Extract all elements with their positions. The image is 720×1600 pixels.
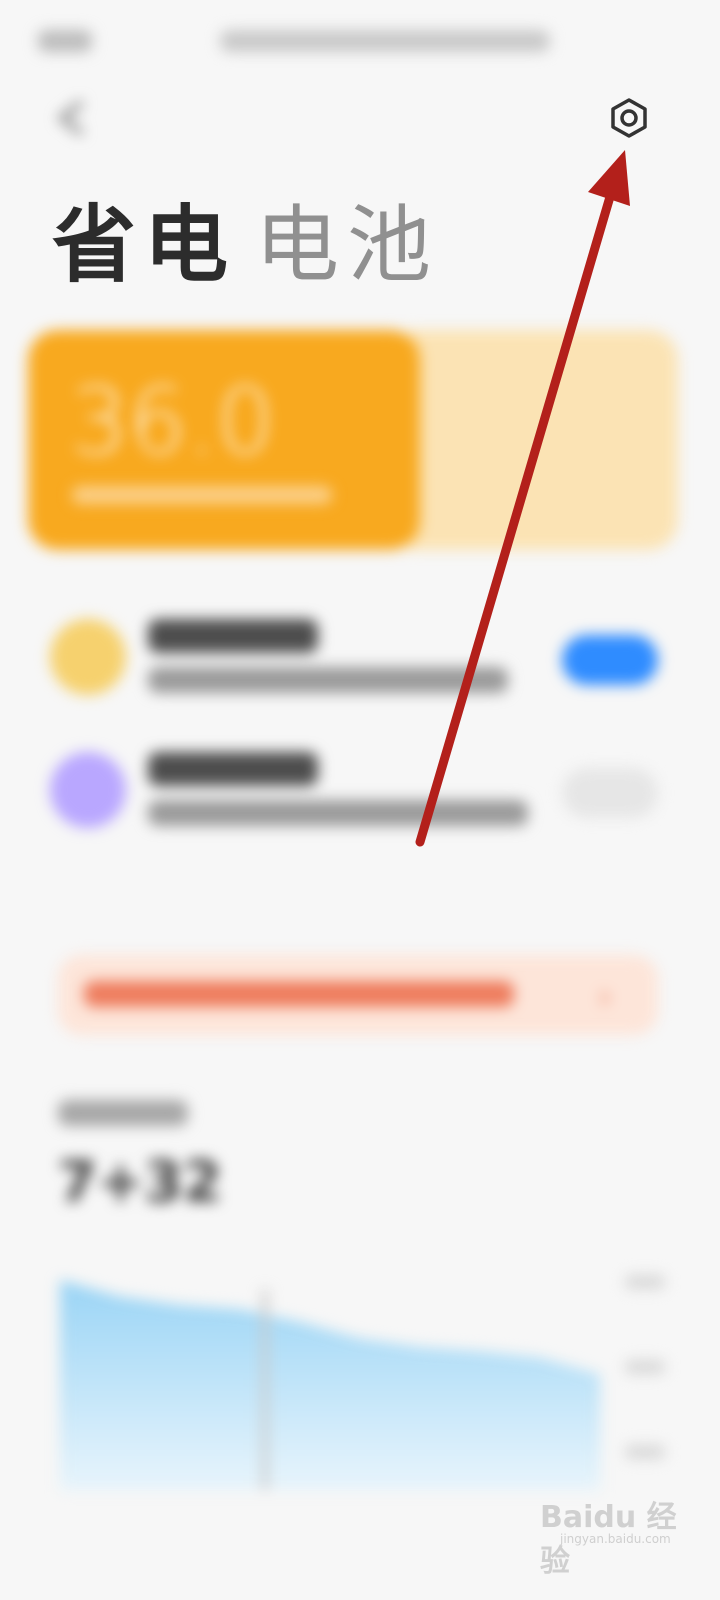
mode-icon	[50, 752, 126, 828]
mode-title	[148, 619, 318, 653]
mode-description	[148, 800, 528, 826]
mode-icon	[50, 619, 126, 695]
mode-row-power-saving[interactable]	[40, 605, 680, 715]
usage-label	[58, 1100, 188, 1126]
mode-row-ultra-saving[interactable]	[40, 738, 680, 848]
mode-title	[148, 752, 318, 786]
status-time	[38, 30, 92, 52]
banner-text	[84, 981, 514, 1007]
chart-tick-label	[625, 1360, 665, 1374]
usage-value: 7+32	[58, 1150, 222, 1215]
battery-card-secondary	[408, 330, 678, 550]
status-bar	[0, 0, 720, 80]
baidu-watermark-logo: Baidu 经验 jingyan.baidu.com	[540, 1492, 700, 1579]
battery-value: 36.0	[70, 368, 275, 475]
battery-usage-chart	[60, 1275, 665, 1490]
back-icon[interactable]	[52, 100, 102, 136]
mode-description	[148, 667, 508, 693]
tab-battery[interactable]: 电池	[255, 178, 439, 299]
chart-tick-label	[625, 1445, 665, 1459]
tab-power-saving[interactable]: 省电	[52, 178, 236, 299]
optimization-banner[interactable]: ›	[58, 955, 658, 1035]
mode-toggle-on[interactable]	[562, 635, 658, 685]
chevron-right-icon: ›	[598, 977, 612, 1017]
mode-toggle-off[interactable]	[562, 768, 658, 818]
watermark-subtext: jingyan.baidu.com	[560, 1532, 671, 1546]
battery-subtext	[72, 486, 332, 504]
chart-area	[60, 1280, 600, 1490]
settings-gear-icon[interactable]	[603, 94, 655, 142]
chart-tick-label	[625, 1275, 665, 1289]
status-icons	[220, 30, 550, 52]
